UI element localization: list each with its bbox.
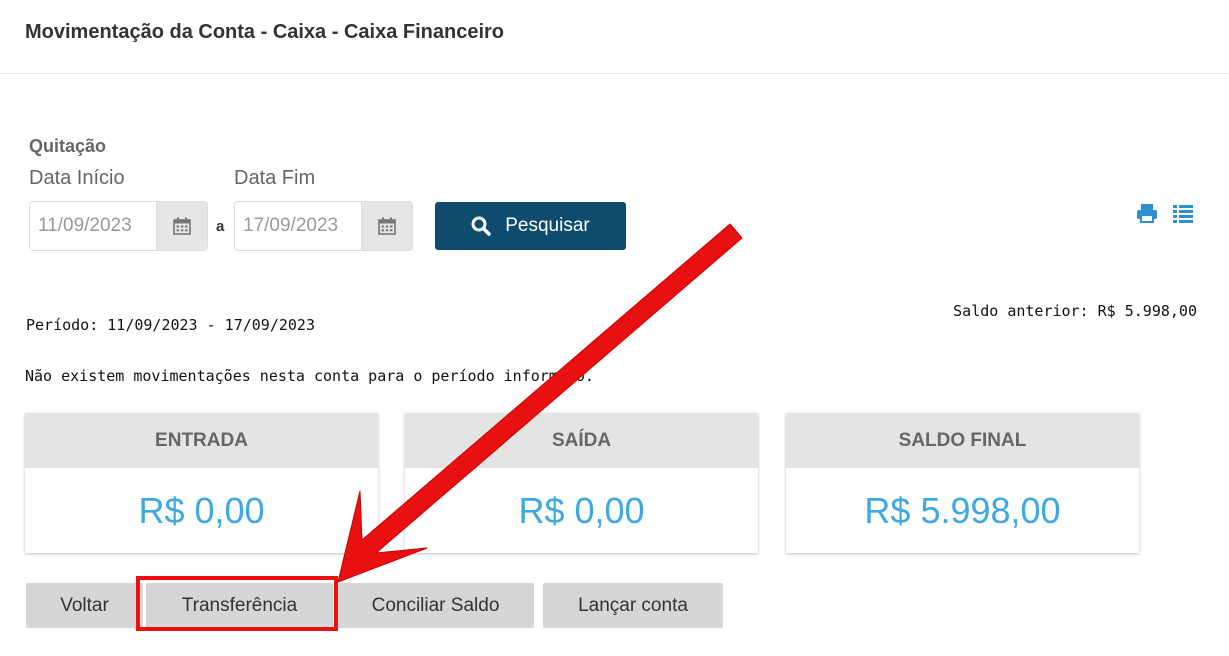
saldo-final-title: SALDO FINAL [786,413,1139,468]
entrada-title: ENTRADA [25,413,378,468]
start-date-input[interactable] [30,202,156,250]
page-title: Movimentação da Conta - Caixa - Caixa Fi… [25,21,505,43]
saida-card: SAÍDA R$ 0,00 [405,413,758,553]
entrada-value: R$ 0,00 [138,489,265,531]
list-icon[interactable] [1172,202,1194,224]
date-separator: a [216,218,225,235]
transferencia-button[interactable]: Transferência [146,583,333,628]
saida-value: R$ 0,00 [518,489,645,531]
saida-title: SAÍDA [405,413,758,468]
conciliar-saldo-button[interactable]: Conciliar Saldo [337,583,534,628]
search-button-label: Pesquisar [505,215,590,236]
voltar-button[interactable]: Voltar [26,583,143,628]
search-icon [471,216,491,236]
entrada-card: ENTRADA R$ 0,00 [25,413,378,553]
quitacao-label: Quitação [29,136,107,156]
empty-message: Não existem movimentações nesta conta pa… [25,367,594,385]
end-date-label: Data Fim [234,167,316,189]
end-date-calendar-button[interactable] [361,202,412,250]
end-date-group [234,201,413,251]
end-date-input[interactable] [235,202,361,250]
saldo-final-card: SALDO FINAL R$ 5.998,00 [786,413,1139,553]
saldo-final-value: R$ 5.998,00 [864,489,1061,531]
calendar-icon [173,217,191,235]
start-date-calendar-button[interactable] [156,202,207,250]
search-button[interactable]: Pesquisar [435,202,626,250]
print-icon[interactable] [1136,202,1158,224]
page-header: Movimentação da Conta - Caixa - Caixa Fi… [0,0,1229,74]
calendar-icon [378,217,396,235]
start-date-group [29,201,208,251]
start-date-label: Data Início [29,167,125,189]
previous-balance: Saldo anterior: R$ 5.998,00 [953,302,1197,320]
lancar-conta-button[interactable]: Lançar conta [543,583,723,628]
period-text: Período: 11/09/2023 - 17/09/2023 [26,316,315,334]
